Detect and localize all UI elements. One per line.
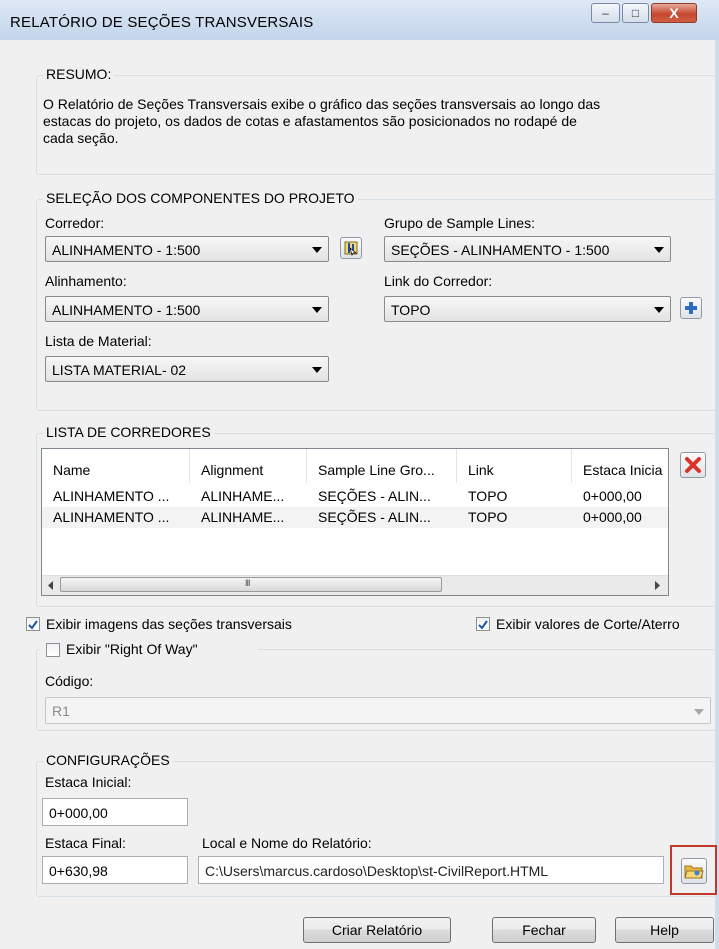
corredor-select-value: ALINHAMENTO - 1:500 (52, 242, 201, 258)
local-input[interactable]: C:\Users\marcus.cardoso\Desktop\st-Civil… (198, 856, 664, 884)
folder-icon (684, 865, 704, 879)
codigo-select[interactable]: R1 (45, 697, 711, 724)
right-of-way-label[interactable]: Exibir "Right Of Way" (66, 641, 198, 657)
material-label: Lista de Material: (45, 333, 152, 349)
corredor-select[interactable]: ALINHAMENTO - 1:500 (45, 236, 329, 262)
chevron-down-icon (312, 367, 322, 373)
column-header-sample-line-group[interactable]: Sample Line Gro... (307, 449, 457, 483)
chevron-down-icon (654, 247, 664, 253)
cell-sample-line-group: SEÇÕES - ALIN... (318, 488, 431, 504)
grupo-label: Grupo de Sample Lines: (384, 215, 535, 231)
link-label: Link do Corredor: (384, 273, 493, 289)
browse-folder-button[interactable] (681, 858, 707, 884)
alinhamento-label: Alinhamento: (45, 273, 127, 289)
maximize-icon: □ (631, 6, 640, 20)
local-value: C:\Users\marcus.cardoso\Desktop\st-Civil… (205, 863, 549, 879)
column-header-alignment[interactable]: Alignment (190, 449, 307, 483)
cell-alignment: ALINHAME... (201, 488, 285, 504)
alinhamento-select[interactable]: ALINHAMENTO - 1:500 (45, 296, 329, 322)
column-header-name[interactable]: Name (42, 449, 190, 483)
local-label: Local e Nome do Relatório: (202, 835, 372, 851)
codigo-label: Código: (45, 673, 94, 689)
alinhamento-select-value: ALINHAMENTO - 1:500 (52, 302, 201, 318)
chevron-down-icon (654, 307, 664, 313)
link-select-value: TOPO (391, 302, 431, 318)
scroll-left-icon[interactable] (48, 581, 54, 590)
exibir-corte-checkbox[interactable] (476, 617, 490, 631)
delete-corridor-button[interactable] (680, 452, 706, 478)
table-row[interactable]: ALINHAMENTO ... ALINHAME... SEÇÕES - ALI… (42, 507, 668, 528)
chevron-down-icon (694, 709, 704, 715)
codigo-select-value: R1 (52, 703, 70, 719)
plus-icon (685, 302, 697, 314)
scroll-grip: III (245, 578, 250, 588)
list-header: Name Alignment Sample Line Gro... Link E… (42, 449, 668, 483)
checkmark-icon (28, 620, 38, 630)
scroll-thumb[interactable]: III (60, 577, 442, 592)
close-icon: X (669, 5, 679, 21)
column-header-link[interactable]: Link (457, 449, 572, 483)
estaca-inicial-label: Estaca Inicial: (45, 774, 132, 790)
table-row-empty (42, 528, 668, 550)
cell-link: TOPO (468, 488, 508, 504)
material-select-value: LISTA MATERIAL- 02 (52, 362, 187, 378)
checkmark-icon (478, 620, 488, 630)
grupo-select[interactable]: SEÇÕES - ALINHAMENTO - 1:500 (384, 236, 671, 262)
corridors-list[interactable]: Name Alignment Sample Line Gro... Link E… (41, 448, 669, 596)
cell-link: TOPO (468, 509, 508, 525)
minimize-button[interactable]: – (591, 3, 620, 23)
exibir-imagens-checkbox[interactable] (26, 617, 40, 631)
estaca-inicial-value: 0+000,00 (49, 805, 108, 821)
criar-relatorio-button[interactable]: Criar Relatório (303, 917, 451, 943)
maximize-button[interactable]: □ (622, 3, 649, 23)
cell-estaca-inicial: 0+000,00 (583, 488, 642, 504)
cell-estaca-inicial: 0+000,00 (583, 509, 642, 525)
pick-from-drawing-icon (344, 241, 358, 256)
scroll-right-icon[interactable] (654, 581, 660, 590)
right-of-way-checkbox[interactable] (46, 643, 60, 657)
title-bar: RELATÓRIO DE SEÇÕES TRANSVERSAIS – □ X (0, 0, 719, 40)
cell-name: ALINHAMENTO ... (53, 509, 170, 525)
fechar-button[interactable]: Fechar (492, 917, 596, 943)
exibir-corte-label[interactable]: Exibir valores de Corte/Aterro (496, 616, 680, 632)
estaca-inicial-input[interactable]: 0+000,00 (42, 798, 188, 826)
window-title: RELATÓRIO DE SEÇÕES TRANSVERSAIS (10, 14, 314, 31)
corredor-label: Corredor: (45, 215, 105, 231)
chevron-down-icon (312, 247, 322, 253)
horizontal-scrollbar[interactable]: III (42, 575, 668, 595)
estaca-final-label: Estaca Final: (45, 835, 126, 851)
close-button[interactable]: X (651, 3, 697, 23)
table-row[interactable]: ALINHAMENTO ... ALINHAME... SEÇÕES - ALI… (42, 486, 668, 507)
chevron-down-icon (312, 307, 322, 313)
estaca-final-input[interactable]: 0+630,98 (42, 856, 188, 884)
minimize-icon: – (602, 6, 609, 20)
cell-alignment: ALINHAME... (201, 509, 285, 525)
pick-corridor-button[interactable] (340, 237, 362, 259)
selecao-legend: SELEÇÃO DOS COMPONENTES DO PROJETO (43, 190, 358, 206)
resumo-text-line-2: estacas do projeto, os dados de cotas e … (43, 113, 577, 129)
add-corridor-button[interactable] (680, 297, 702, 319)
config-legend: CONFIGURAÇÕES (43, 752, 173, 768)
grupo-select-value: SEÇÕES - ALINHAMENTO - 1:500 (391, 242, 610, 258)
link-select[interactable]: TOPO (384, 296, 671, 322)
lista-legend: LISTA DE CORREDORES (43, 424, 214, 440)
cell-name: ALINHAMENTO ... (53, 488, 170, 504)
exibir-imagens-label[interactable]: Exibir imagens das seções transversais (46, 616, 292, 632)
resumo-text-line-3: cada seção. (43, 130, 119, 146)
estaca-final-value: 0+630,98 (49, 863, 108, 879)
column-header-estaca-inicial[interactable]: Estaca Inicia (572, 449, 668, 483)
cell-sample-line-group: SEÇÕES - ALIN... (318, 509, 431, 525)
resumo-legend: RESUMO: (43, 66, 115, 82)
material-select[interactable]: LISTA MATERIAL- 02 (45, 356, 329, 382)
resumo-text-line-1: O Relatório de Seções Transversais exibe… (43, 96, 601, 112)
help-button[interactable]: Help (615, 917, 714, 943)
dialog-window: RELATÓRIO DE SEÇÕES TRANSVERSAIS – □ X R… (0, 0, 719, 949)
delete-x-icon (685, 457, 701, 473)
